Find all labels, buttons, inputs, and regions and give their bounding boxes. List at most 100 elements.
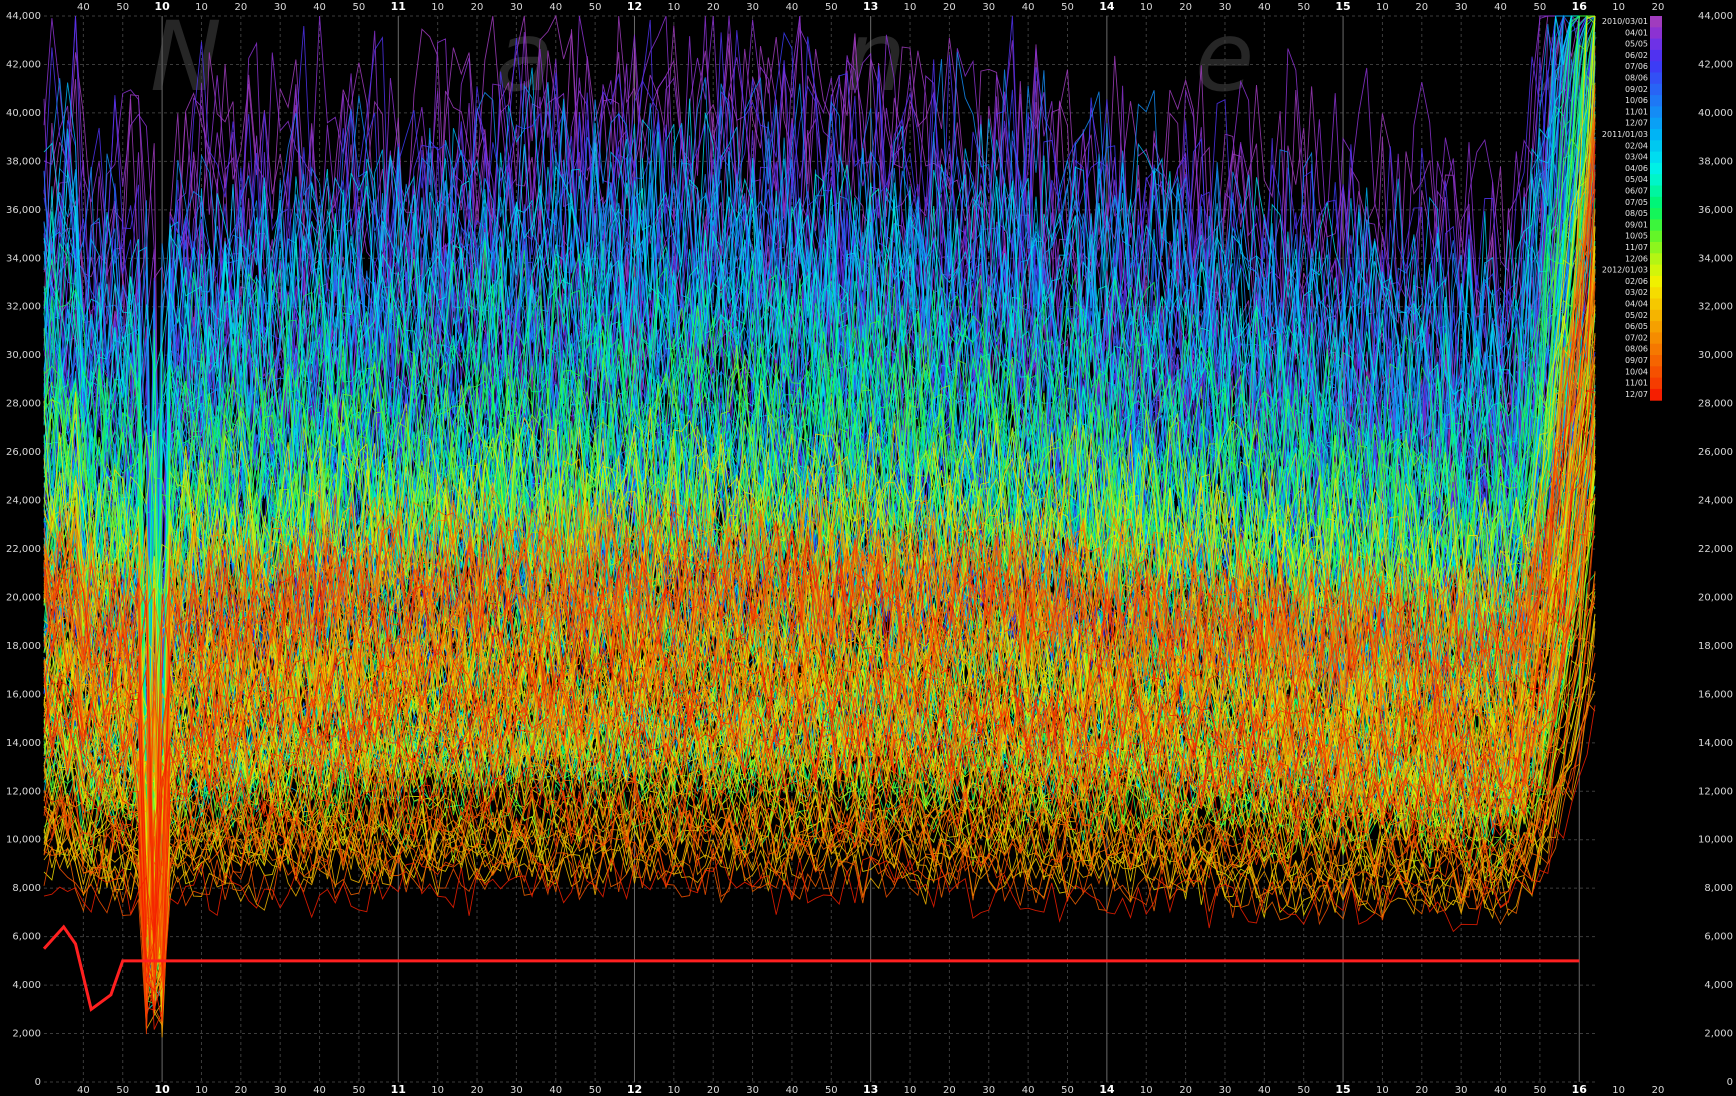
x-tick-label-top: 20 (471, 2, 484, 13)
legend-swatch (1650, 388, 1662, 401)
y-tick-label-right: 6,000 (1704, 932, 1733, 943)
x-tick-label-bottom: 20 (1652, 1085, 1665, 1096)
legend-label: 03/04 (1625, 153, 1648, 162)
legend-swatch (1650, 321, 1662, 333)
legend-label: 12/07 (1625, 390, 1648, 399)
legend-label: 08/06 (1625, 345, 1648, 354)
legend-swatch (1650, 208, 1662, 220)
legend-label: 06/07 (1625, 187, 1648, 196)
x-tick-label-bottom: 20 (1179, 1085, 1192, 1096)
x-tick-label-top: 12 (627, 0, 642, 13)
y-tick-label-right: 32,000 (1698, 302, 1733, 313)
series-layer (43, 14, 1596, 1038)
y-tick-label-right: 38,000 (1698, 156, 1733, 167)
x-tick-label-bottom: 12 (627, 1083, 642, 1096)
x-tick-label-top: 40 (313, 2, 326, 13)
y-tick-label-right: 26,000 (1698, 447, 1733, 458)
x-tick-label-top: 20 (707, 2, 720, 13)
legend-label: 12/07 (1625, 119, 1648, 128)
x-tick-label-top: 40 (786, 2, 799, 13)
legend-swatch (1650, 332, 1662, 345)
x-tick-label-bottom: 10 (154, 1083, 170, 1096)
y-tick-label-right: 42,000 (1698, 59, 1733, 70)
y-tick-label-left: 2,000 (12, 1029, 41, 1040)
x-tick-label-top: 30 (1455, 2, 1468, 13)
x-tick-label-bottom: 50 (589, 1085, 602, 1096)
x-tick-label-bottom: 30 (982, 1085, 995, 1096)
y-tick-label-right: 28,000 (1698, 399, 1733, 410)
legend-swatch (1650, 377, 1662, 390)
legend-label: 02/06 (1625, 277, 1648, 286)
legend-label: 04/04 (1625, 300, 1648, 309)
legend-swatch (1650, 83, 1662, 96)
legend-label: 2012/01/03 (1602, 266, 1648, 275)
y-tick-label-left: 36,000 (6, 205, 41, 216)
x-tick-label-top: 40 (1494, 2, 1507, 13)
legend-swatch (1650, 366, 1662, 379)
y-tick-label-right: 0 (1727, 1077, 1733, 1088)
y-tick-label-left: 40,000 (6, 108, 41, 119)
y-tick-label-left: 38,000 (6, 156, 41, 167)
legend-label: 06/05 (1625, 322, 1648, 331)
x-tick-label-top: 14 (1099, 0, 1115, 13)
x-tick-label-bottom: 10 (1376, 1085, 1389, 1096)
legend-label: 02/04 (1625, 141, 1648, 150)
legend: 2010/03/01 04/01 05/05 06/02 07/06 08/06 09/02… (1602, 16, 1662, 401)
y-tick-label-left: 10,000 (6, 835, 41, 846)
x-tick-label-top: 50 (589, 2, 602, 13)
x-tick-label-top: 20 (943, 2, 956, 13)
legend-label: 05/05 (1625, 40, 1648, 49)
y-tick-label-left: 20,000 (6, 592, 41, 603)
x-tick-label-bottom: 40 (786, 1085, 799, 1096)
x-tick-label-bottom: 50 (353, 1085, 366, 1096)
legend-swatch (1650, 151, 1662, 164)
y-tick-label-right: 40,000 (1698, 108, 1733, 119)
x-tick-label-bottom: 15 (1335, 1083, 1350, 1096)
y-tick-label-left: 16,000 (6, 689, 41, 700)
y-tick-label-left: 26,000 (6, 447, 41, 458)
x-tick-label-top: 40 (549, 2, 562, 13)
x-tick-label-bottom: 13 (863, 1083, 878, 1096)
y-tick-label-right: 14,000 (1698, 738, 1733, 749)
x-tick-label-bottom: 30 (1219, 1085, 1232, 1096)
legend-label: 10/05 (1625, 232, 1648, 241)
x-tick-label-bottom: 20 (1415, 1085, 1428, 1096)
legend-swatch (1650, 355, 1662, 367)
legend-label: 2010/03/01 (1602, 17, 1648, 26)
legend-swatch (1650, 49, 1662, 62)
legend-swatch (1650, 16, 1662, 28)
x-tick-label-top: 30 (746, 2, 759, 13)
x-tick-label-top: 40 (1258, 2, 1271, 13)
legend-label: 04/01 (1625, 28, 1648, 37)
y-tick-label-right: 22,000 (1698, 544, 1733, 555)
x-tick-label-top: 20 (1652, 2, 1665, 13)
x-tick-label-bottom: 40 (1258, 1085, 1271, 1096)
watermark-letter: N (150, 1, 222, 113)
y-tick-label-left: 44,000 (6, 11, 41, 22)
x-tick-label-bottom: 16 (1572, 1083, 1588, 1096)
x-tick-label-top: 10 (1376, 2, 1389, 13)
y-tick-label-right: 34,000 (1698, 253, 1733, 264)
legend-label: 07/05 (1625, 198, 1648, 207)
x-tick-label-top: 13 (863, 0, 878, 13)
legend-label: 05/04 (1625, 175, 1648, 184)
y-tick-label-right: 16,000 (1698, 689, 1733, 700)
x-tick-label-bottom: 10 (667, 1085, 680, 1096)
legend-swatch (1650, 219, 1662, 232)
legend-label: 08/05 (1625, 209, 1648, 218)
x-tick-label-bottom: 10 (1140, 1085, 1153, 1096)
x-tick-label-top: 10 (431, 2, 444, 13)
legend-label: 10/04 (1625, 367, 1648, 376)
y-tick-label-left: 14,000 (6, 738, 41, 749)
legend-label: 10/06 (1625, 96, 1648, 105)
x-tick-label-bottom: 11 (391, 1083, 406, 1096)
y-tick-label-left: 18,000 (6, 641, 41, 652)
legend-label: 11/07 (1625, 243, 1648, 252)
legend-label: 12/06 (1625, 254, 1648, 263)
legend-swatch (1650, 309, 1662, 322)
intraday-volume-chart: Nanex 0 02,000 2,0004,000 4,0006,000 6,0008,… (6, 0, 1733, 1096)
y-tick-label-left: 32,000 (6, 302, 41, 313)
x-tick-label-bottom: 20 (943, 1085, 956, 1096)
x-tick-label-bottom: 40 (549, 1085, 562, 1096)
legend-swatch (1650, 264, 1662, 277)
